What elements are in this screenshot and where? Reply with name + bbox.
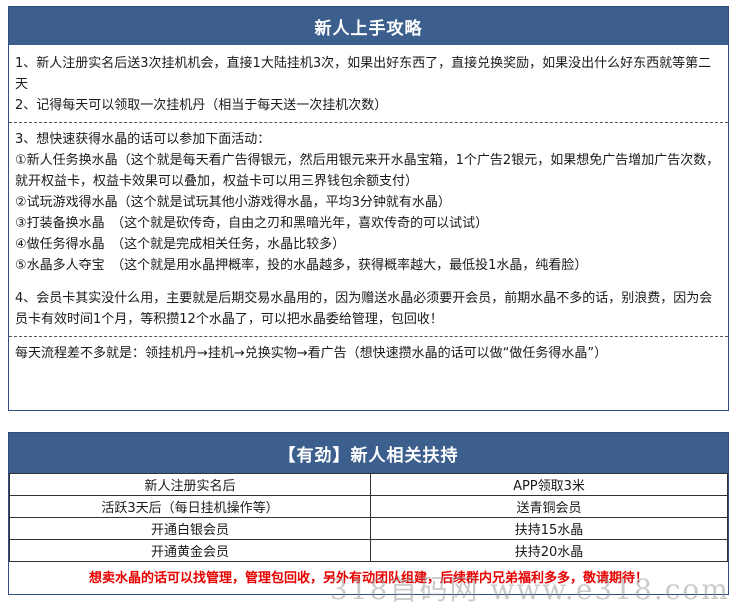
activity-item-3: ③打装备换水晶 （这个就是砍传奇，自由之刃和黑暗光年，喜欢传奇的可以试试） <box>15 216 489 231</box>
support-condition: 开通白银会员 <box>9 517 371 540</box>
activity-item-5: ⑤水晶多人夺宝 （这个就是用水晶押概率，投的水晶越多，获得概率越大，最低投1水晶… <box>15 258 588 273</box>
support-condition: 活跃3天后（每日挂机操作等） <box>9 495 371 518</box>
support-title: 【有劲】新人相关扶持 <box>9 433 728 473</box>
support-panel: 【有劲】新人相关扶持 新人注册实名后 APP领取3米 活跃3天后（每日挂机操作等… <box>8 432 729 595</box>
support-reward: APP领取3米 <box>370 473 728 496</box>
support-condition: 新人注册实名后 <box>9 473 371 496</box>
dashed-divider <box>9 336 728 337</box>
guide-paragraph-5: 每天流程差不多就是：领挂机丹→挂机→兑换实物→看广告（想快速攒水晶的话可以做“做… <box>15 346 608 361</box>
support-table: 新人注册实名后 APP领取3米 活跃3天后（每日挂机操作等） 送青铜会员 开通白… <box>9 473 728 562</box>
activity-item-2: ②试玩游戏得水晶（这个就是试玩其他小游戏得水晶，平均3分钟就有水晶） <box>15 195 451 210</box>
guide-paragraph-3: 3、想快速获得水晶的话可以参加下面活动： <box>15 132 271 147</box>
guide-paragraph-2: 2、记得每天可以领取一次挂机丹（相当于每天送一次挂机次数） <box>15 98 388 113</box>
guide-paragraph-1: 1、新人注册实名后送3次挂机机会，直接1大陆挂机3次，如果出好东西了，直接兑换奖… <box>15 56 712 92</box>
guide-panel: 新人上手攻略 1、新人注册实名后送3次挂机机会，直接1大陆挂机3次，如果出好东西… <box>8 6 729 411</box>
support-condition: 开通黄金会员 <box>9 539 371 562</box>
table-row: 开通白银会员 扶持15水晶 <box>9 517 728 540</box>
support-reward: 扶持15水晶 <box>370 517 728 540</box>
table-row: 活跃3天后（每日挂机操作等） 送青铜会员 <box>9 495 728 518</box>
guide-content: 1、新人注册实名后送3次挂机机会，直接1大陆挂机3次，如果出好东西了，直接兑换奖… <box>9 45 728 364</box>
guide-title: 新人上手攻略 <box>9 7 728 45</box>
dashed-divider <box>9 122 728 123</box>
table-row: 开通黄金会员 扶持20水晶 <box>9 539 728 562</box>
support-reward: 扶持20水晶 <box>370 539 728 562</box>
support-reward: 送青铜会员 <box>370 495 728 518</box>
activity-item-4: ④做任务得水晶 （这个就是完成相关任务，水晶比较多） <box>15 237 346 252</box>
support-note: 想卖水晶的话可以找管理，管理包回收，另外有动团队组建，后续群内兄弟福利多多，敬请… <box>88 571 648 586</box>
table-row: 新人注册实名后 APP领取3米 <box>9 473 728 496</box>
activity-item-1: ①新人任务换水晶（这个就是每天看广告得银元，然后用银元来开水晶宝箱，1个广告2银… <box>15 153 720 189</box>
guide-paragraph-4: 4、会员卡其实没什么用，主要就是后期交易水晶用的，因为赠送水晶必须要开会员，前期… <box>15 291 713 327</box>
